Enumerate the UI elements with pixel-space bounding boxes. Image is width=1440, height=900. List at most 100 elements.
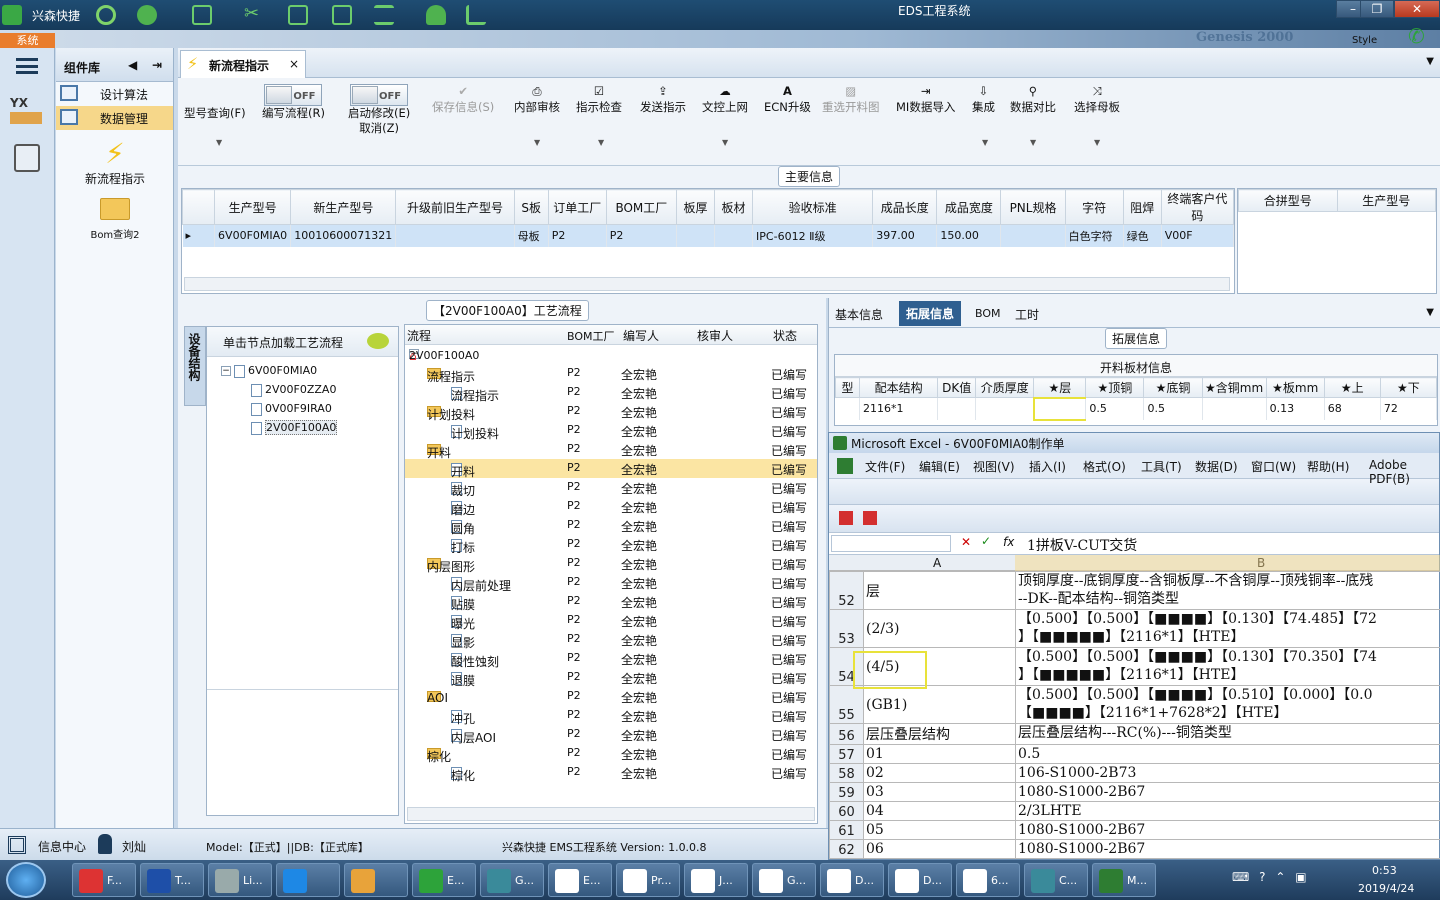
tab-dropdown-icon[interactable]: ▼ bbox=[1426, 56, 1434, 67]
taskbar-item[interactable]: 6... bbox=[956, 863, 1020, 897]
column-header[interactable]: 型 bbox=[834, 377, 861, 398]
table-cell[interactable]: 母板 bbox=[514, 224, 549, 247]
menu-help[interactable]: 帮助(H) bbox=[1307, 458, 1349, 475]
cell-a[interactable]: 05 bbox=[863, 820, 1016, 840]
cell-b[interactable]: 1080-S1000-2B67 bbox=[1015, 820, 1440, 840]
table-cell[interactable] bbox=[937, 397, 977, 420]
pin-icon[interactable]: ⇥ bbox=[152, 58, 162, 72]
dropdown-arrow-icon[interactable]: ▼ bbox=[1094, 138, 1100, 147]
start-button[interactable] bbox=[6, 862, 46, 898]
help-icon[interactable]: ? bbox=[1259, 870, 1265, 884]
cell-a[interactable]: 02 bbox=[863, 763, 1016, 783]
column-header[interactable]: DK值 bbox=[937, 377, 977, 398]
cell-b[interactable]: 层压叠层结构---RC(%)---铜箔类型 bbox=[1015, 723, 1440, 745]
pdf-icon[interactable] bbox=[839, 511, 853, 525]
calculator-icon[interactable] bbox=[14, 144, 40, 172]
column-header[interactable]: 升级前旧生产型号 bbox=[395, 189, 515, 225]
globe-icon[interactable] bbox=[137, 5, 157, 25]
table-cell[interactable] bbox=[395, 224, 515, 247]
phone-icon[interactable]: ✆ bbox=[1408, 24, 1425, 48]
flow-row[interactable]: −AOIP2全宏艳已编写 bbox=[405, 687, 817, 706]
flow-row[interactable]: −棕化P2全宏艳已编写 bbox=[405, 744, 817, 764]
write-flow-toggle[interactable]: OFF 编写流程(R) bbox=[262, 84, 325, 121]
dropdown-arrow-icon[interactable]: ▼ bbox=[534, 138, 540, 147]
flow-row[interactable]: 裁切 P2 全宏艳 已编写 bbox=[405, 478, 817, 498]
column-header[interactable]: PNL规格 bbox=[1000, 189, 1066, 225]
keyboard-icon[interactable]: ⌨ bbox=[1232, 870, 1249, 884]
column-header[interactable]: 状态 bbox=[773, 327, 797, 344]
restore-button[interactable]: ❐ bbox=[1360, 0, 1394, 18]
table-cell[interactable]: 2116*1 bbox=[859, 397, 939, 420]
cell-b[interactable]: 【0.500】【0.500】【■■■■】【0.130】【74.485】【72 】【… bbox=[1015, 609, 1440, 648]
send-instruction-button[interactable]: ⇪ 发送指示 bbox=[640, 84, 686, 115]
taskbar-item[interactable]: Li... bbox=[208, 863, 272, 897]
cell-a[interactable]: 层 bbox=[863, 571, 1016, 610]
scissors-icon[interactable]: ✂ bbox=[244, 5, 264, 25]
table-cell[interactable]: 0.13 bbox=[1266, 397, 1325, 420]
cancel-edit-label[interactable]: 取消(Z) bbox=[359, 121, 399, 135]
column-header[interactable]: 合拼型号 bbox=[1238, 189, 1338, 212]
tree-node[interactable]: 0V00F9IRA0 bbox=[221, 399, 337, 418]
cell-a[interactable]: 03 bbox=[863, 782, 1016, 802]
save-info-button[interactable]: ✔ 保存信息(S) bbox=[432, 84, 494, 115]
column-header[interactable]: 核审人 bbox=[697, 327, 733, 344]
tab-basic-info[interactable]: 基本信息 bbox=[835, 306, 883, 323]
flow-row[interactable]: 打标 P2 全宏艳 已编写 bbox=[405, 535, 817, 555]
table-cell[interactable]: V00F bbox=[1161, 224, 1235, 247]
column-header[interactable]: ★顶铜 bbox=[1085, 377, 1145, 398]
taskbar-item[interactable] bbox=[344, 863, 408, 897]
flow-root-row[interactable]: − ⌂ 2V00F100A0 bbox=[405, 345, 817, 364]
row-number[interactable]: 57 bbox=[829, 744, 864, 764]
bom-query-shortcut[interactable]: Bom查询2 bbox=[56, 198, 174, 241]
tab-bom[interactable]: BOM bbox=[975, 307, 1001, 320]
flow-row[interactable]: 退膜 P2 全宏艳 已编写 bbox=[405, 668, 817, 688]
formula-input[interactable]: 1拼板V-CUT交货 bbox=[1027, 535, 1137, 555]
integrate-button[interactable]: ⇩ 集成 bbox=[972, 84, 995, 115]
mi-import-button[interactable]: ⇥ MI数据导入 bbox=[896, 84, 955, 115]
table-row[interactable]: ▸ 6V00F0MIA0 10010600071321 母板 P2 P2 IPC… bbox=[182, 224, 1235, 247]
row-number[interactable]: 56 bbox=[829, 723, 864, 745]
cell-b[interactable]: 顶铜厚度--底铜厚度--含铜板厚--不含铜厚--顶残铜率--底残 --DK--配本… bbox=[1015, 571, 1440, 610]
table-row[interactable]: 2116*1 0.5 0.5 0.13 68 72 bbox=[835, 396, 1438, 421]
table-cell[interactable]: 白色字符 bbox=[1065, 224, 1124, 247]
table-cell[interactable]: 绿色 bbox=[1123, 224, 1162, 247]
row-number[interactable]: 58 bbox=[829, 763, 864, 783]
table-cell[interactable]: 0.5 bbox=[1085, 397, 1145, 420]
flow-row[interactable]: 贴膜 P2 全宏艳 已编写 bbox=[405, 592, 817, 612]
row-number[interactable]: 55 bbox=[829, 685, 864, 724]
taskbar-item[interactable]: G... bbox=[480, 863, 544, 897]
close-button[interactable]: ✕ bbox=[1394, 0, 1440, 18]
cell-a[interactable]: 06 bbox=[863, 839, 1016, 859]
toggle-switch[interactable]: OFF bbox=[350, 84, 409, 106]
flow-row[interactable]: 曝光 P2 全宏艳 已编写 bbox=[405, 611, 817, 631]
column-header[interactable]: ★上 bbox=[1323, 377, 1381, 398]
film-icon[interactable] bbox=[288, 5, 308, 25]
clock-date[interactable]: 2019/4/24 bbox=[1358, 882, 1414, 895]
select-mother-board-button[interactable]: ⤨ 选择母板 bbox=[1074, 84, 1120, 115]
menu-tools[interactable]: 工具(T) bbox=[1141, 458, 1182, 475]
tab-new-flow[interactable]: ⚡ 新流程指示 × bbox=[180, 50, 306, 78]
cell-b[interactable]: 106-S1000-2B73 bbox=[1015, 763, 1440, 783]
flow-row[interactable]: 棕化 P2 全宏艳 已编写 bbox=[405, 763, 817, 783]
table-cell[interactable] bbox=[676, 224, 715, 247]
chart-icon[interactable] bbox=[466, 5, 486, 25]
flow-row[interactable]: −计划投料P2全宏艳已编写 bbox=[405, 402, 817, 422]
column-header[interactable]: ★底铜 bbox=[1143, 377, 1203, 398]
column-header[interactable]: ★下 bbox=[1379, 377, 1438, 398]
column-a-header[interactable]: A bbox=[933, 556, 941, 570]
sidebar-item-data-management[interactable]: 数据管理 bbox=[56, 106, 173, 130]
start-edit-toggle[interactable]: OFF 启动修改(E) 取消(Z) bbox=[348, 84, 410, 136]
table-cell[interactable] bbox=[975, 397, 1035, 420]
taskbar-item[interactable]: E... bbox=[412, 863, 476, 897]
table-cell[interactable]: P2 bbox=[606, 224, 677, 247]
flow-row[interactable]: 流程指示 P2 全宏艳 已编写 bbox=[405, 383, 817, 403]
column-header[interactable]: 成品长度 bbox=[872, 189, 938, 225]
column-header[interactable]: 配本结构 bbox=[859, 377, 939, 398]
cell-a[interactable]: 04 bbox=[863, 801, 1016, 821]
cell-b[interactable]: 2/3LHTE bbox=[1015, 801, 1440, 821]
horizontal-scrollbar[interactable] bbox=[184, 277, 1230, 291]
taskbar-item[interactable]: Pr... bbox=[616, 863, 680, 897]
row-number[interactable]: 52 bbox=[829, 571, 864, 610]
flow-row[interactable]: 计划投料 P2 全宏艳 已编写 bbox=[405, 421, 817, 441]
column-header[interactable]: 验收标准 bbox=[752, 189, 874, 225]
